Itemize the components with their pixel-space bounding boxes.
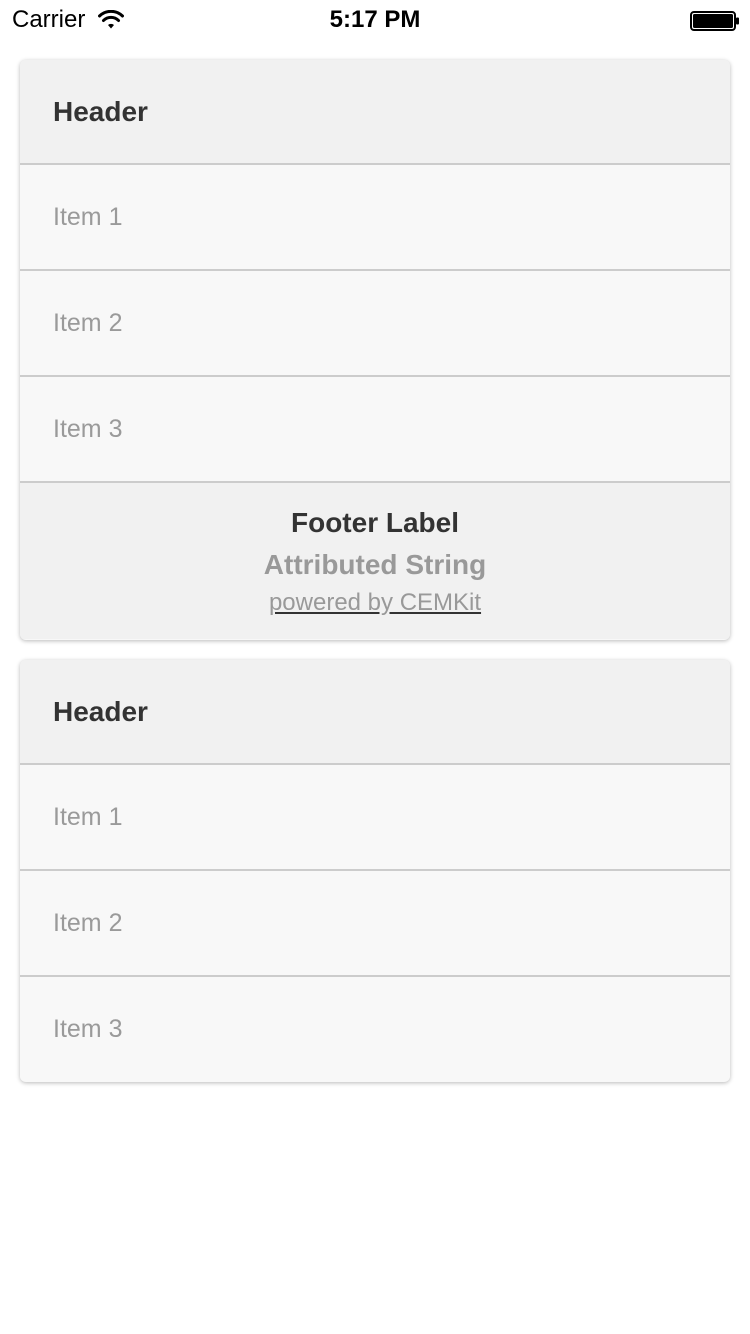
card-1: Header Item 1 Item 2 Item 3 Footer Label… xyxy=(20,60,730,640)
card-header-title: Header xyxy=(53,96,148,127)
card-header: Header xyxy=(20,660,730,765)
card-header: Header xyxy=(20,60,730,165)
card-item-1[interactable]: Item 1 xyxy=(20,765,730,871)
card-item-label: Item 1 xyxy=(53,803,123,831)
card-item-label: Item 2 xyxy=(53,909,123,937)
footer-attributed-string: Attributed String xyxy=(263,549,487,580)
card-item-3[interactable]: Item 3 xyxy=(20,977,730,1081)
card-item-3[interactable]: Item 3 xyxy=(20,377,730,483)
footer-label: Footer Label xyxy=(290,507,459,538)
powered-by-link[interactable]: powered by CEMKit xyxy=(269,589,481,616)
card-item-2[interactable]: Item 2 xyxy=(20,871,730,977)
footer-powered-by: powered by CEMKit xyxy=(20,589,730,617)
card-2: Header Item 1 Item 2 Item 3 xyxy=(20,660,730,1082)
card-header-title: Header xyxy=(53,696,148,727)
card-item-1[interactable]: Item 1 xyxy=(20,165,730,271)
card-item-2[interactable]: Item 2 xyxy=(20,271,730,377)
card-item-label: Item 2 xyxy=(53,309,123,337)
status-time: 5:17 PM xyxy=(329,6,421,33)
battery-icon xyxy=(690,11,739,31)
card-footer: Footer Label Attributed String powered b… xyxy=(20,483,730,639)
card-item-label: Item 1 xyxy=(53,203,123,231)
card-item-label: Item 3 xyxy=(53,415,123,443)
status-bar: Carrier 5:17 PM xyxy=(0,0,750,40)
card-item-label: Item 3 xyxy=(53,1015,123,1043)
